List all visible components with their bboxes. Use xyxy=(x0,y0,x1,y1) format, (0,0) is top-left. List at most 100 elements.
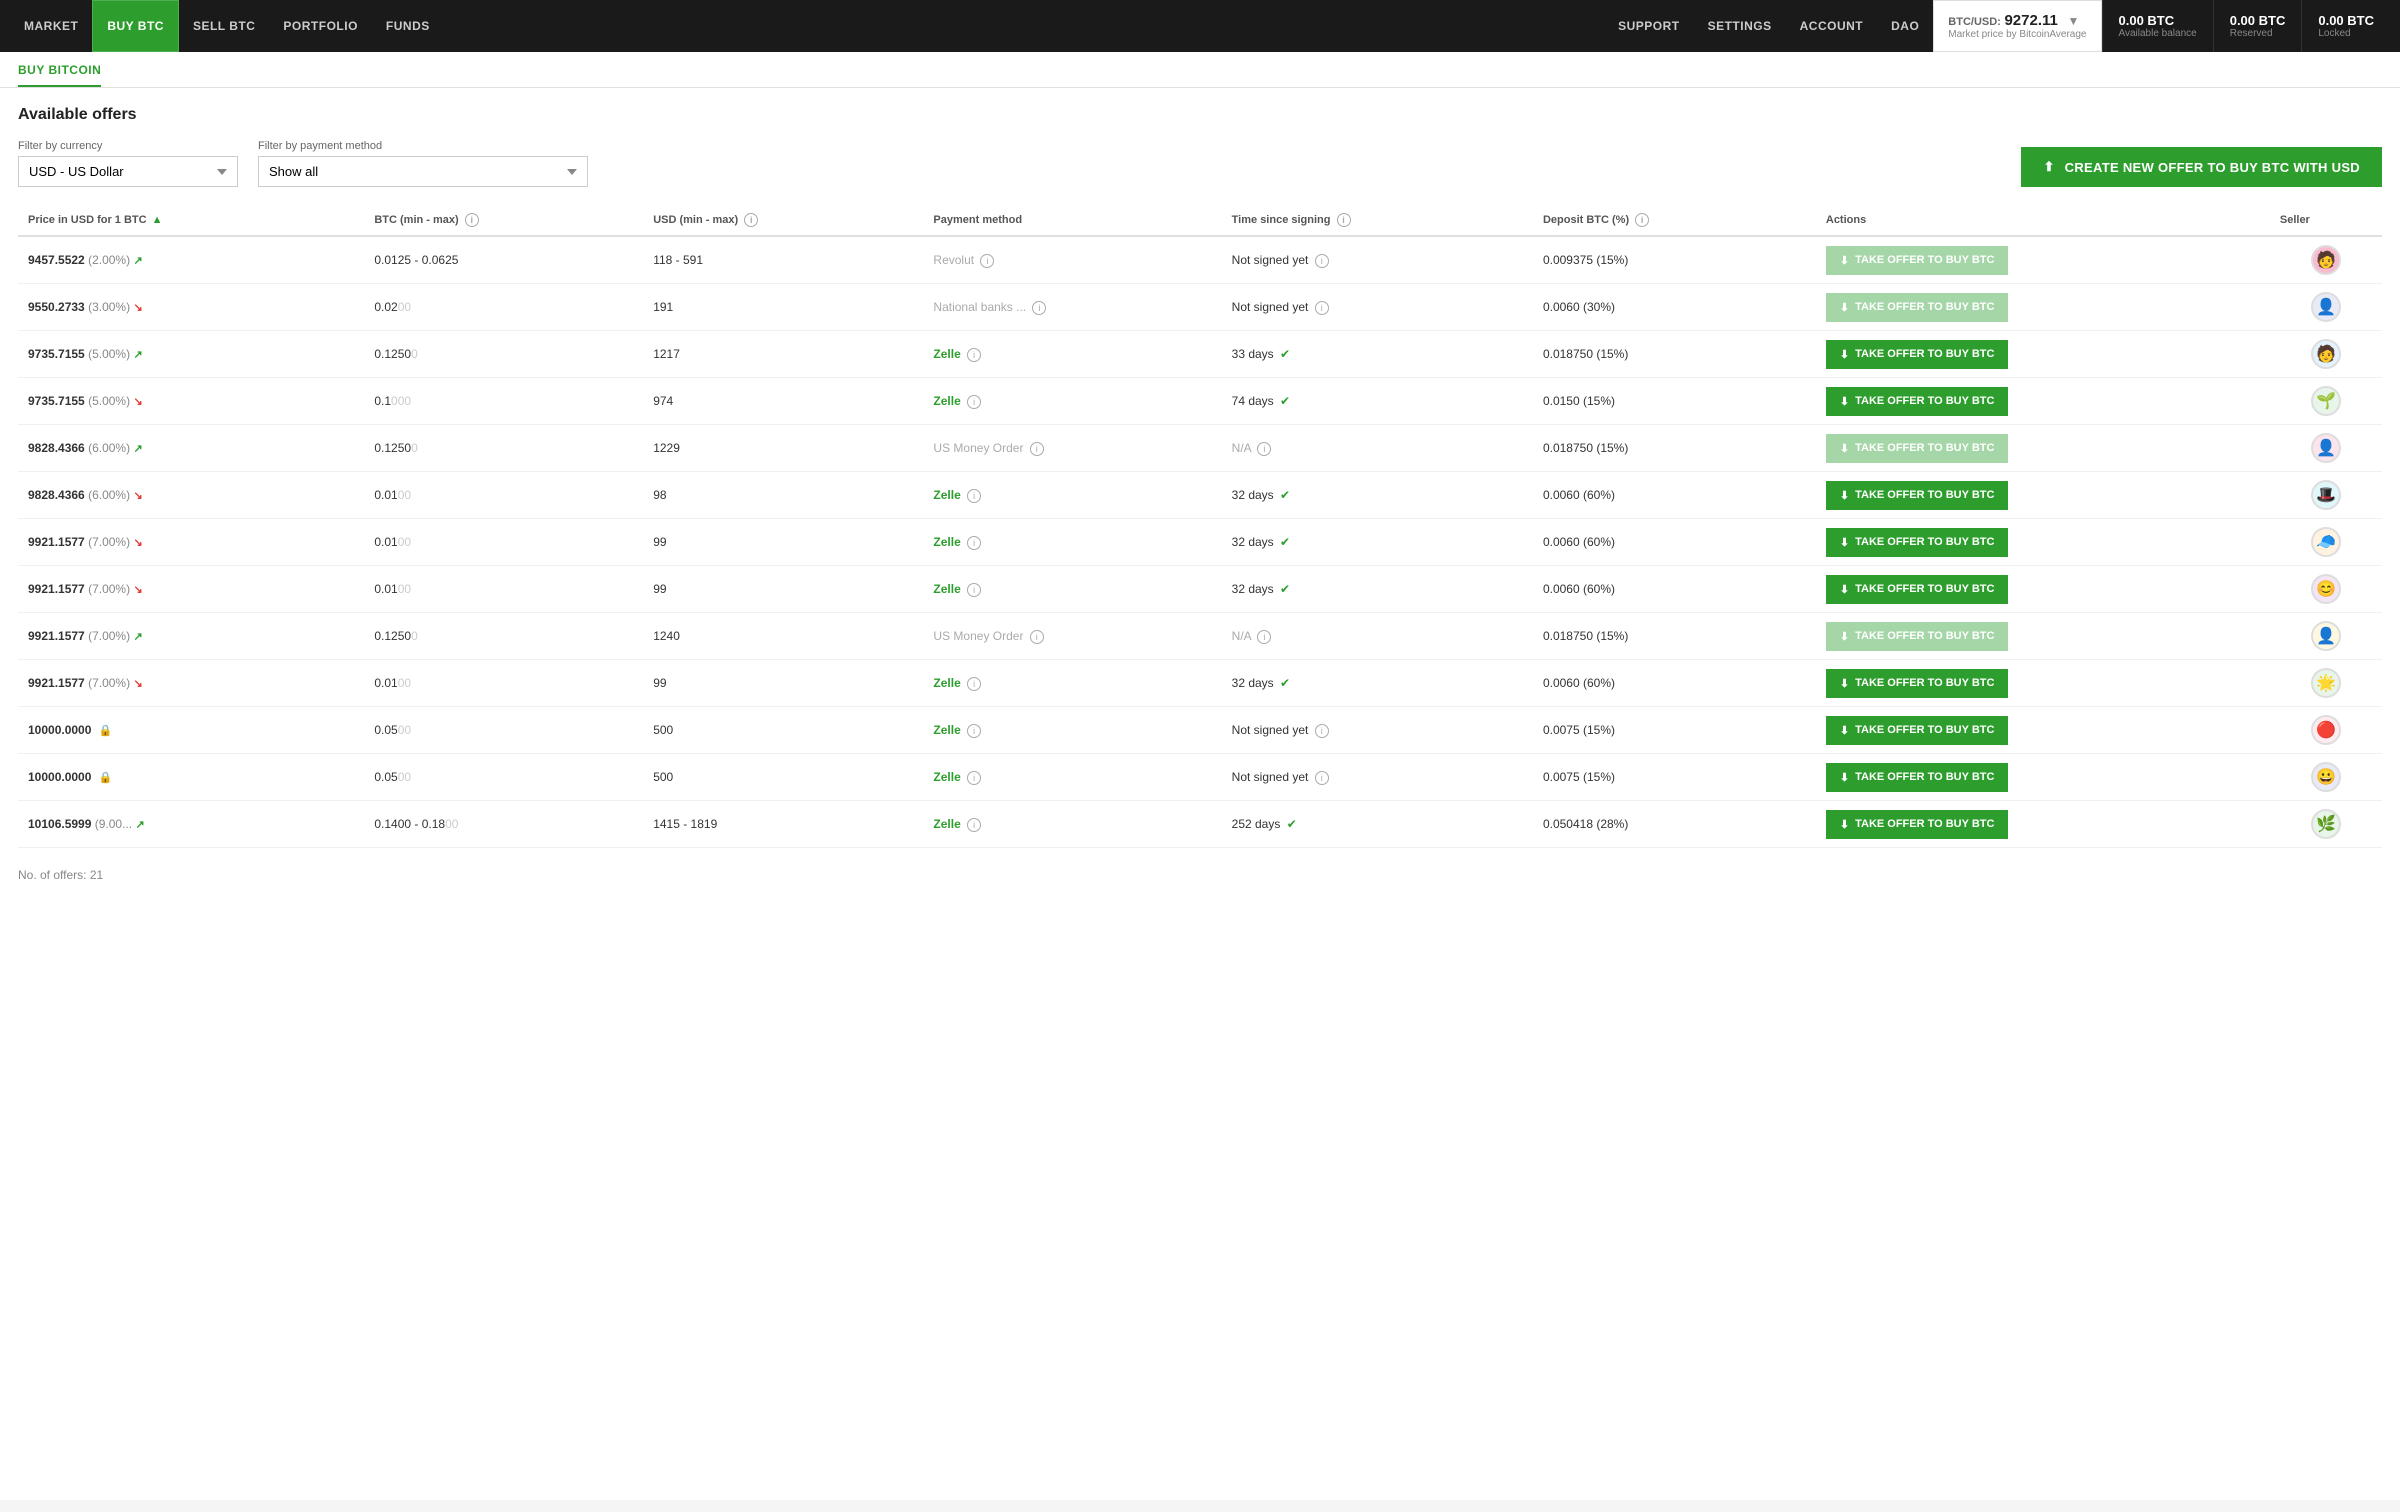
payment-link[interactable]: Zelle xyxy=(933,488,960,502)
time-info-icon[interactable]: i xyxy=(1315,771,1329,785)
time-value: 32 days xyxy=(1232,582,1274,596)
time-info-icon[interactable]: i xyxy=(1315,724,1329,738)
avatar[interactable]: 🌱 xyxy=(2311,386,2341,416)
actions-cell: ⬇ TAKE OFFER TO BUY BTC xyxy=(1816,613,2270,660)
time-value: 74 days xyxy=(1232,394,1274,408)
payment-info-icon[interactable]: i xyxy=(967,724,981,738)
currency-filter-select[interactable]: USD - US Dollar xyxy=(18,156,238,187)
seller-cell[interactable]: 🧑 xyxy=(2270,236,2382,284)
nav-item-account[interactable]: Account xyxy=(1786,0,1878,52)
price-box[interactable]: BTC/USD: 9272.11 ▼ Market price by Bitco… xyxy=(1933,0,2101,52)
seller-cell[interactable]: 🌟 xyxy=(2270,660,2382,707)
seller-cell[interactable]: 👤 xyxy=(2270,425,2382,472)
nav-item-settings[interactable]: Settings xyxy=(1694,0,1786,52)
seller-cell[interactable]: 👤 xyxy=(2270,613,2382,660)
avatar[interactable]: 😀 xyxy=(2311,762,2341,792)
seller-cell[interactable]: 🔴 xyxy=(2270,707,2382,754)
col-payment: Payment method xyxy=(923,205,1221,236)
nav-item-dao[interactable]: DAO xyxy=(1877,0,1933,52)
verified-icon: ✔ xyxy=(1280,535,1290,549)
take-offer-button[interactable]: ⬇ TAKE OFFER TO BUY BTC xyxy=(1826,481,2009,510)
payment-info-icon[interactable]: i xyxy=(1030,442,1044,456)
time-info-icon[interactable]: i xyxy=(1315,254,1329,268)
deposit-col-info-icon[interactable]: i xyxy=(1635,213,1649,227)
usd-col-info-icon[interactable]: i xyxy=(744,213,758,227)
nav-item-portfolio[interactable]: PORTFOLIO xyxy=(269,0,372,52)
avatar[interactable]: 👤 xyxy=(2311,621,2341,651)
avatar[interactable]: 🌟 xyxy=(2311,668,2341,698)
nav-item-market[interactable]: MARKET xyxy=(10,0,92,52)
offers-table: Price in USD for 1 BTC ▲ BTC (min - max)… xyxy=(18,205,2382,848)
btc-range-cell: 0.0500 xyxy=(364,754,643,801)
payment-link[interactable]: Zelle xyxy=(933,676,960,690)
time-info-icon[interactable]: i xyxy=(1257,442,1271,456)
payment-link[interactable]: Zelle xyxy=(933,817,960,831)
deposit-cell: 0.018750 (15%) xyxy=(1533,331,1816,378)
btc-hidden: 00 xyxy=(398,770,411,784)
payment-link[interactable]: Zelle xyxy=(933,723,960,737)
take-offer-button[interactable]: ⬇ TAKE OFFER TO BUY BTC xyxy=(1826,810,2009,839)
time-info-icon[interactable]: i xyxy=(1257,630,1271,644)
avatar[interactable]: 🔴 xyxy=(2311,715,2341,745)
payment-info-icon[interactable]: i xyxy=(967,489,981,503)
time-since-signing-cell: Not signed yet i xyxy=(1222,707,1533,754)
nav-item-support[interactable]: Support xyxy=(1604,0,1694,52)
avatar[interactable]: 👤 xyxy=(2311,292,2341,322)
avatar[interactable]: 👤 xyxy=(2311,433,2341,463)
trend-up-icon: ↗ xyxy=(133,631,142,643)
avatar[interactable]: 🧑 xyxy=(2311,339,2341,369)
payment-link[interactable]: Zelle xyxy=(933,582,960,596)
table-row: 9921.1577 (7.00%) ↘0.010099Zelle i32 day… xyxy=(18,519,2382,566)
avatar[interactable]: 🧢 xyxy=(2311,527,2341,557)
avatar[interactable]: 🎩 xyxy=(2311,480,2341,510)
payment-info-icon[interactable]: i xyxy=(1032,301,1046,315)
payment-link[interactable]: Zelle xyxy=(933,535,960,549)
avatar[interactable]: 🌿 xyxy=(2311,809,2341,839)
take-offer-button[interactable]: ⬇ TAKE OFFER TO BUY BTC xyxy=(1826,716,2009,745)
section-title: Available offers xyxy=(18,106,2382,124)
nav-item-buy-btc[interactable]: BUY BTC xyxy=(92,0,179,52)
take-offer-button[interactable]: ⬇ TAKE OFFER TO BUY BTC xyxy=(1826,528,2009,557)
payment-link[interactable]: Zelle xyxy=(933,770,960,784)
time-info-icon[interactable]: i xyxy=(1315,301,1329,315)
reserved-balance-box: 0.00 BTC Reserved xyxy=(2213,0,2302,52)
seller-cell[interactable]: 🌿 xyxy=(2270,801,2382,848)
payment-info-icon[interactable]: i xyxy=(967,395,981,409)
btc-col-info-icon[interactable]: i xyxy=(465,213,479,227)
usd-range-cell: 500 xyxy=(643,707,923,754)
take-offer-button[interactable]: ⬇ TAKE OFFER TO BUY BTC xyxy=(1826,340,2009,369)
payment-info-icon[interactable]: i xyxy=(980,254,994,268)
payment-info-icon[interactable]: i xyxy=(1030,630,1044,644)
seller-cell[interactable]: 👤 xyxy=(2270,284,2382,331)
seller-cell[interactable]: 🌱 xyxy=(2270,378,2382,425)
payment-info-icon[interactable]: i xyxy=(967,771,981,785)
payment-info-icon[interactable]: i xyxy=(967,818,981,832)
col-btc: BTC (min - max) i xyxy=(364,205,643,236)
payment-info-icon[interactable]: i xyxy=(967,677,981,691)
time-col-info-icon[interactable]: i xyxy=(1337,213,1351,227)
take-offer-button[interactable]: ⬇ TAKE OFFER TO BUY BTC xyxy=(1826,669,2009,698)
payment-link[interactable]: Zelle xyxy=(933,394,960,408)
payment-info-icon[interactable]: i xyxy=(967,583,981,597)
avatar[interactable]: 😊 xyxy=(2311,574,2341,604)
payment-info-icon[interactable]: i xyxy=(967,348,981,362)
seller-cell[interactable]: 🧢 xyxy=(2270,519,2382,566)
nav-item-funds[interactable]: FUNDS xyxy=(372,0,444,52)
col-price: Price in USD for 1 BTC ▲ xyxy=(18,205,364,236)
take-offer-button[interactable]: ⬇ TAKE OFFER TO BUY BTC xyxy=(1826,763,2009,792)
take-offer-button[interactable]: ⬇ TAKE OFFER TO BUY BTC xyxy=(1826,387,2009,416)
seller-cell[interactable]: 😀 xyxy=(2270,754,2382,801)
create-offer-button[interactable]: ⬆ CREATE NEW OFFER TO BUY BTC WITH USD xyxy=(2021,147,2382,187)
payment-link[interactable]: Zelle xyxy=(933,347,960,361)
nav-item-sell-btc[interactable]: SELL BTC xyxy=(179,0,269,52)
seller-cell[interactable]: 😊 xyxy=(2270,566,2382,613)
time-value: Not signed yet xyxy=(1232,253,1309,267)
payment-filter-select[interactable]: Show all xyxy=(258,156,588,187)
payment-disabled: National banks ... xyxy=(933,300,1026,314)
seller-cell[interactable]: 🧑 xyxy=(2270,331,2382,378)
take-offer-button[interactable]: ⬇ TAKE OFFER TO BUY BTC xyxy=(1826,575,2009,604)
payment-info-icon[interactable]: i xyxy=(967,536,981,550)
avatar[interactable]: 🧑 xyxy=(2311,245,2341,275)
seller-cell[interactable]: 🎩 xyxy=(2270,472,2382,519)
take-offer-icon: ⬇ xyxy=(1840,301,1849,314)
